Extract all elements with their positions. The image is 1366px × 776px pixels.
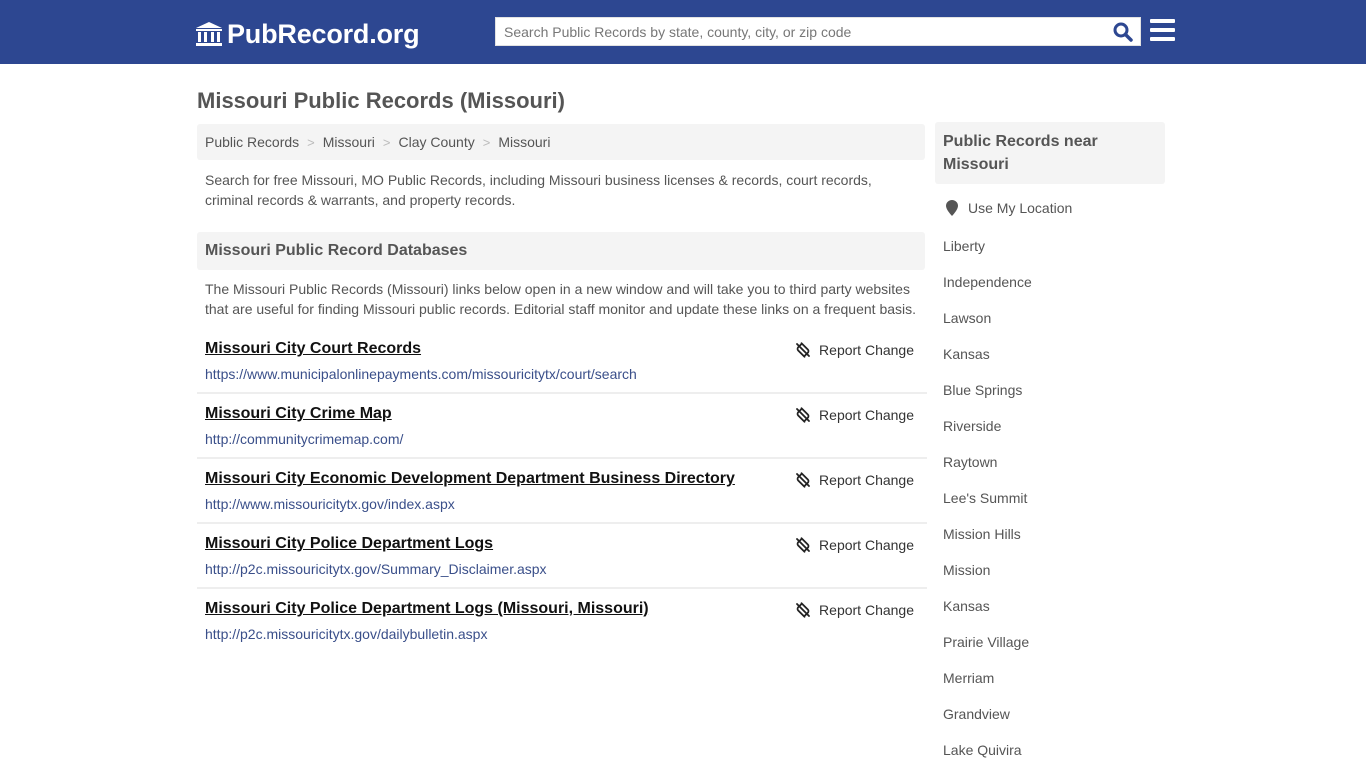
breadcrumb-item[interactable]: Public Records — [205, 134, 299, 150]
record-url-link[interactable]: https://www.municipalonlinepayments.com/… — [205, 366, 637, 382]
report-change-label: Report Change — [819, 407, 914, 423]
breadcrumb-item[interactable]: Missouri — [498, 134, 550, 150]
breadcrumb-item[interactable]: Missouri — [323, 134, 375, 150]
nearby-item: Mission Hills — [943, 524, 1032, 560]
breadcrumb-separator: > — [307, 134, 315, 150]
intro-text: Search for free Missouri, MO Public Reco… — [205, 172, 872, 208]
menu-bar — [1150, 37, 1175, 41]
record-title-link[interactable]: Missouri City Economic Development Depar… — [205, 470, 735, 488]
broken-link-icon — [796, 407, 810, 423]
nearby-link[interactable]: Grandview — [943, 706, 1010, 722]
site-logo[interactable]: PubRecord.org — [195, 17, 420, 51]
nearby-link[interactable]: Kansas — [943, 346, 990, 362]
search-button[interactable] — [1112, 21, 1134, 43]
record-title-link[interactable]: Missouri City Crime Map — [205, 405, 392, 423]
sidebar-heading: Public Records near Missouri — [935, 122, 1165, 184]
nearby-link[interactable]: Independence — [943, 274, 1032, 290]
nearby-item: Liberty — [943, 236, 1032, 272]
record-item: Missouri City Crime Map http://community… — [197, 394, 927, 459]
report-change-button[interactable]: Report Change — [795, 407, 914, 423]
broken-link-icon — [796, 472, 810, 488]
breadcrumb: Public Records > Missouri > Clay County … — [197, 124, 925, 160]
nearby-link[interactable]: Mission Hills — [943, 526, 1021, 542]
search-icon — [1113, 22, 1133, 42]
nearby-link[interactable]: Lee's Summit — [943, 490, 1027, 506]
record-item: Missouri City Economic Development Depar… — [197, 459, 927, 524]
databases-description: The Missouri Public Records (Missouri) l… — [205, 281, 917, 317]
hamburger-menu-button[interactable] — [1150, 19, 1175, 41]
nearby-link[interactable]: Mission — [943, 562, 990, 578]
breadcrumb-separator: > — [482, 134, 491, 150]
broken-link-icon — [796, 342, 810, 358]
report-change-label: Report Change — [819, 472, 914, 488]
record-item: Missouri City Court Records https://www.… — [197, 329, 927, 394]
nearby-link[interactable]: Merriam — [943, 670, 994, 686]
page-title: Missouri Public Records (Missouri) — [197, 88, 565, 113]
broken-link-icon — [796, 537, 810, 553]
nearby-item: Merriam — [943, 668, 1032, 704]
report-change-button[interactable]: Report Change — [795, 472, 914, 488]
report-change-button[interactable]: Report Change — [795, 342, 914, 358]
record-url-link[interactable]: http://communitycrimemap.com/ — [205, 431, 403, 447]
nearby-item: Kansas — [943, 344, 1032, 380]
breadcrumb-item[interactable]: Clay County — [398, 134, 474, 150]
report-change-button[interactable]: Report Change — [795, 602, 914, 618]
record-item: Missouri City Police Department Logs (Mi… — [197, 589, 927, 654]
record-item: Missouri City Police Department Logs htt… — [197, 524, 927, 589]
menu-bar — [1150, 19, 1175, 23]
nearby-list: Liberty Independence Lawson Kansas Blue … — [943, 236, 1032, 776]
report-change-button[interactable]: Report Change — [795, 537, 914, 553]
nearby-item: Prairie Village — [943, 632, 1032, 668]
nearby-item: Lee's Summit — [943, 488, 1032, 524]
broken-link-icon — [796, 602, 810, 618]
courthouse-icon — [196, 22, 222, 46]
report-change-label: Report Change — [819, 602, 914, 618]
menu-bar — [1150, 28, 1175, 32]
use-my-location-label: Use My Location — [968, 200, 1073, 216]
logo-text: PubRecord.org — [227, 18, 420, 49]
nearby-link[interactable]: Lawson — [943, 310, 991, 326]
nearby-link[interactable]: Riverside — [943, 418, 1001, 434]
record-list: Missouri City Court Records https://www.… — [197, 329, 927, 654]
nearby-item: Raytown — [943, 452, 1032, 488]
nearby-link[interactable]: Raytown — [943, 454, 997, 470]
nearby-item: Kansas — [943, 596, 1032, 632]
report-change-label: Report Change — [819, 342, 914, 358]
record-title-link[interactable]: Missouri City Court Records — [205, 340, 421, 358]
breadcrumb-separator: > — [382, 134, 391, 150]
report-change-label: Report Change — [819, 537, 914, 553]
nearby-item: Lawson — [943, 308, 1032, 344]
record-url-link[interactable]: http://www.missouricitytx.gov/index.aspx — [205, 496, 455, 512]
nearby-item: Riverside — [943, 416, 1032, 452]
search-box — [495, 17, 1141, 46]
nearby-link[interactable]: Kansas — [943, 598, 990, 614]
use-my-location-button[interactable]: Use My Location — [943, 200, 1072, 216]
nearby-link[interactable]: Liberty — [943, 238, 985, 254]
nearby-link[interactable]: Prairie Village — [943, 634, 1029, 650]
nearby-item: Independence — [943, 272, 1032, 308]
nearby-item: Grandview — [943, 704, 1032, 740]
databases-heading: Missouri Public Record Databases — [197, 232, 925, 270]
record-url-link[interactable]: http://p2c.missouricitytx.gov/dailybulle… — [205, 626, 487, 642]
nearby-item: Lake Quivira — [943, 740, 1032, 776]
nearby-link[interactable]: Lake Quivira — [943, 742, 1022, 758]
nearby-item: Blue Springs — [943, 380, 1032, 416]
record-url-link[interactable]: http://p2c.missouricitytx.gov/Summary_Di… — [205, 561, 547, 577]
search-input[interactable] — [496, 18, 1106, 45]
record-title-link[interactable]: Missouri City Police Department Logs — [205, 535, 493, 553]
nearby-item: Mission — [943, 560, 1032, 596]
nearby-link[interactable]: Blue Springs — [943, 382, 1022, 398]
top-navigation-bar: PubRecord.org — [0, 0, 1366, 64]
map-pin-icon — [946, 200, 958, 216]
record-title-link[interactable]: Missouri City Police Department Logs (Mi… — [205, 600, 649, 618]
